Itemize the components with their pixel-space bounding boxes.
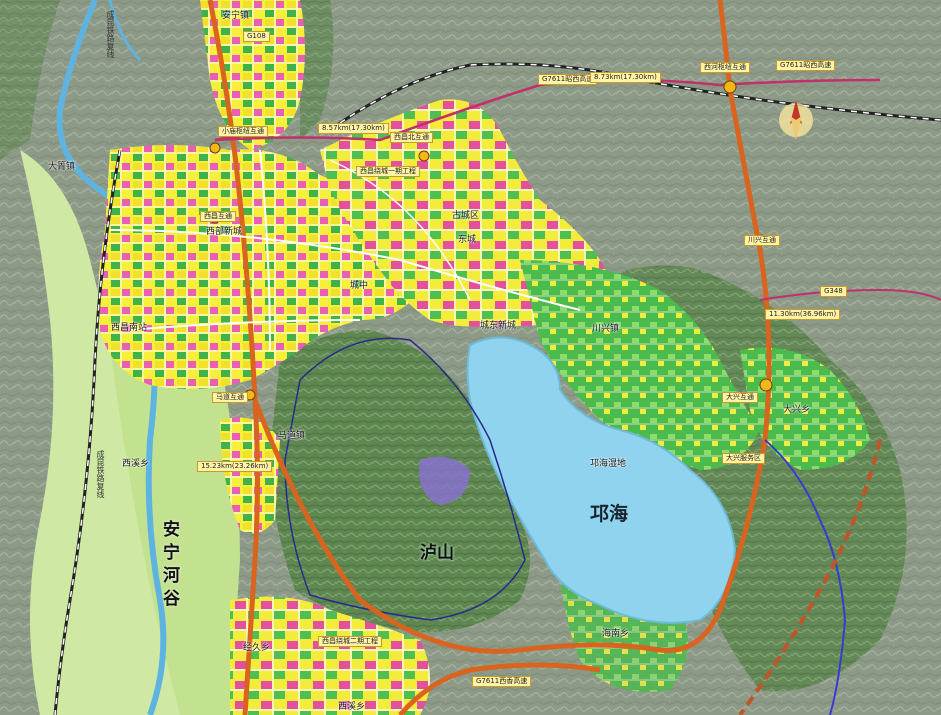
railway-label-1: 成昆铁路复线 bbox=[106, 10, 115, 58]
place-haidong: 海南乡 bbox=[602, 629, 630, 639]
place-qionghai-wetland: 邛海湿地 bbox=[590, 459, 627, 469]
place-chengdong-new: 城东新城 bbox=[480, 321, 517, 331]
qionghai-lake-label: 邛海 bbox=[590, 503, 629, 525]
tag-xichang-interchange: 西昌互通 bbox=[200, 211, 236, 222]
lushan-label: 泸山 bbox=[420, 543, 454, 563]
distance-tag-4: 15.23km(23.26km) bbox=[197, 461, 273, 472]
place-dahe-town: 大箐镇 bbox=[48, 162, 76, 172]
tag-g108: G108 bbox=[243, 31, 270, 42]
map-canvas bbox=[0, 0, 941, 715]
distance-tag-1: 8.57km(17.30km) bbox=[318, 123, 389, 134]
distance-tag-3: 11.30km(36.96km) bbox=[765, 309, 841, 320]
tag-daxing-interchange: 大兴互通 bbox=[722, 392, 758, 403]
tag-g7611-xixiang: G7611西香高速 bbox=[472, 676, 532, 687]
tag-xiaomiao-interchange: 小庙枢纽互通 bbox=[218, 126, 268, 137]
tag-ring-road-phase1: 西昌绕城一期工程 bbox=[356, 166, 420, 177]
place-chengzhong: 城中 bbox=[350, 281, 369, 291]
place-old-city: 古城区 bbox=[452, 211, 480, 221]
place-yuanjiao: 西溪乡 bbox=[122, 459, 150, 469]
place-jingjiu: 经久乡 bbox=[243, 643, 271, 653]
tag-g7611-zhaoxi-east: G7611昭西高速 bbox=[776, 60, 836, 71]
anning-valley-label: 安宁河谷 bbox=[159, 520, 179, 612]
place-daxing: 大兴乡 bbox=[783, 405, 811, 415]
tag-madao-interchange: 马道互通 bbox=[212, 392, 248, 403]
tag-ring-road-phase2: 西昌绕城二期工程 bbox=[318, 636, 382, 647]
tag-daxing-service: 大兴服务区 bbox=[722, 453, 765, 464]
distance-tag-2: 8.73km(17.30km) bbox=[590, 72, 661, 83]
tag-xihe-hub: 西河枢纽互通 bbox=[700, 62, 750, 73]
place-xichang-south: 西昌南站 bbox=[111, 323, 148, 333]
tag-xichang-north-interchange: 西昌北互通 bbox=[390, 132, 433, 143]
railway-label-2: 成昆铁路复线 bbox=[96, 450, 105, 498]
place-dongcheng: 东城 bbox=[458, 235, 477, 245]
tag-g348: G348 bbox=[820, 286, 847, 297]
tag-chuanxing-interchange: 川兴互通 bbox=[744, 235, 780, 246]
place-madao: 马道镇 bbox=[278, 431, 306, 441]
place-anning-town: 安宁镇 bbox=[222, 11, 250, 21]
tag-g7611-zhaoxi: G7611昭西高速 bbox=[538, 74, 598, 85]
planning-map: 安宁河谷 邛海 泸山 安宁镇 大箐镇 西昌南站 西溪乡 西部新城 古城区 东城 … bbox=[0, 0, 941, 715]
place-xixi: 西溪乡 bbox=[338, 702, 366, 712]
place-chuanxing: 川兴镇 bbox=[592, 324, 620, 334]
place-west-new-city: 西部新城 bbox=[206, 227, 243, 237]
